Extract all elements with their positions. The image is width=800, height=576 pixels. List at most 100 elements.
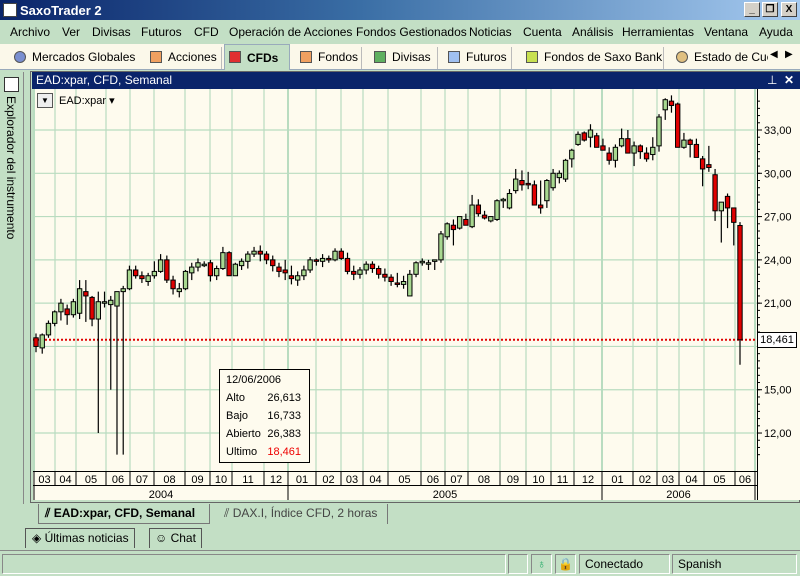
candle bbox=[276, 262, 282, 278]
candle bbox=[139, 271, 145, 283]
candle-body bbox=[400, 281, 407, 285]
candle-body bbox=[226, 252, 232, 277]
month-label: 06 bbox=[739, 474, 751, 486]
candle-body bbox=[101, 301, 108, 304]
candle bbox=[469, 194, 475, 229]
candle-body bbox=[133, 269, 139, 277]
candle-body bbox=[637, 145, 643, 153]
month-label: 10 bbox=[215, 474, 227, 486]
chart-tab-icon: ⫽ bbox=[45, 506, 54, 520]
candle-body bbox=[562, 159, 569, 180]
tooltip-date: 12/06/2006 bbox=[226, 374, 282, 386]
ohlc-tooltip: 12/06/2006 Alto 26,613 Bajo 16,733 Abierto… bbox=[219, 369, 310, 463]
candle-body bbox=[307, 259, 313, 271]
candle bbox=[245, 251, 251, 269]
lock-icon: 🔒 bbox=[555, 554, 576, 574]
month-label: 02 bbox=[639, 474, 651, 486]
candle-body bbox=[469, 204, 475, 228]
candle-body bbox=[282, 269, 288, 274]
candle-body bbox=[618, 138, 625, 147]
symbol-selector[interactable]: EAD:xpar ▾ bbox=[59, 94, 115, 107]
candle bbox=[712, 168, 718, 221]
candle bbox=[506, 189, 513, 210]
candle bbox=[681, 132, 687, 149]
candle bbox=[475, 199, 482, 217]
candle-body bbox=[475, 204, 482, 215]
candle-body bbox=[357, 269, 363, 275]
candle bbox=[182, 269, 189, 291]
month-label: 04 bbox=[59, 474, 71, 486]
month-label: 08 bbox=[163, 474, 175, 486]
candle bbox=[606, 147, 612, 165]
candle bbox=[232, 262, 239, 277]
candle-body bbox=[213, 268, 220, 277]
month-label: 12 bbox=[270, 474, 282, 486]
candle-body bbox=[332, 250, 338, 261]
candle-body bbox=[394, 282, 401, 285]
month-label: 05 bbox=[85, 474, 97, 486]
candle bbox=[650, 137, 656, 161]
candle bbox=[662, 98, 668, 120]
candle-body bbox=[276, 266, 282, 272]
panel-tab-ultimas-noticias[interactable]: ◈ Últimas noticias bbox=[25, 528, 135, 548]
candle-body bbox=[693, 143, 700, 158]
month-label: 06 bbox=[112, 474, 124, 486]
tooltip-label: Bajo bbox=[226, 410, 249, 422]
candle bbox=[675, 102, 681, 148]
chart-menu-dropdown-button[interactable]: ▼ bbox=[37, 93, 53, 108]
candle-body bbox=[737, 224, 743, 341]
candle-body bbox=[157, 259, 164, 272]
year-label: 2005 bbox=[433, 489, 457, 501]
candle-body bbox=[413, 262, 419, 275]
month-label: 04 bbox=[685, 474, 697, 486]
candle-body bbox=[544, 180, 550, 202]
month-label: 03 bbox=[662, 474, 674, 486]
candle bbox=[544, 179, 550, 208]
candle bbox=[39, 333, 45, 354]
candle bbox=[500, 197, 506, 208]
candle-body bbox=[351, 270, 357, 275]
candle-body bbox=[731, 207, 737, 223]
candle-body bbox=[257, 250, 263, 255]
candle-body bbox=[251, 250, 257, 255]
candle-body bbox=[600, 145, 606, 151]
last-price-label: 18,461 bbox=[757, 332, 797, 348]
candle-body bbox=[33, 337, 39, 347]
candle-body bbox=[450, 224, 457, 231]
candle bbox=[369, 261, 376, 273]
candle bbox=[513, 168, 519, 194]
chart-tab-dax[interactable]: ⫽ DAX.I, Índice CFD, 2 horas bbox=[218, 504, 388, 524]
candle bbox=[133, 265, 139, 279]
y-tick-label: 24,00 bbox=[764, 255, 792, 267]
candle bbox=[64, 304, 70, 325]
candle bbox=[438, 231, 444, 263]
candle-body bbox=[375, 268, 382, 275]
candle-body bbox=[494, 200, 500, 220]
candle-body bbox=[313, 259, 320, 262]
candle bbox=[637, 144, 643, 159]
candle bbox=[83, 280, 89, 322]
candle bbox=[569, 148, 575, 168]
chart-tab-ead[interactable]: ⫽ EAD:xpar, CFD, Semanal bbox=[38, 504, 210, 524]
candle-body bbox=[338, 250, 344, 259]
month-label: 09 bbox=[507, 474, 519, 486]
candle bbox=[363, 261, 369, 275]
candle bbox=[176, 282, 182, 298]
candle bbox=[270, 255, 276, 272]
candle bbox=[643, 147, 650, 162]
candle-body bbox=[631, 145, 637, 154]
candle bbox=[531, 180, 538, 206]
candle-body bbox=[326, 257, 332, 261]
month-label: 07 bbox=[450, 474, 462, 486]
candle-body bbox=[662, 99, 668, 111]
candle-body bbox=[145, 275, 151, 283]
month-label: 10 bbox=[532, 474, 544, 486]
candle-body bbox=[525, 182, 531, 186]
candle bbox=[114, 291, 120, 455]
month-label: 11 bbox=[242, 474, 253, 486]
candle-body bbox=[432, 259, 438, 262]
candle bbox=[587, 124, 594, 148]
candle bbox=[288, 265, 295, 285]
candle bbox=[618, 128, 625, 148]
panel-tab-chat[interactable]: ☺ Chat bbox=[149, 528, 202, 548]
